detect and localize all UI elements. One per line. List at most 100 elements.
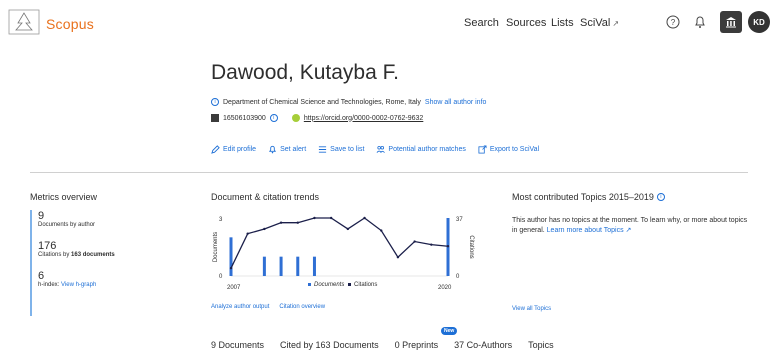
y-left-axis-title: Documents (213, 232, 219, 262)
x-end-label: 2020 (438, 285, 452, 291)
documents-count: 9 (38, 210, 45, 222)
learn-more-topics-link[interactable]: Learn more about Topics ↗ (547, 227, 632, 234)
save-to-list-label: Save to list (330, 146, 365, 153)
help-icon[interactable]: ? (663, 12, 683, 32)
citations-point (346, 227, 350, 231)
topics-message: This author has no topics at the moment.… (512, 216, 752, 236)
metrics-panel: 9 Documents by author 176 Citations by 1… (30, 210, 180, 316)
analyze-author-output-link[interactable]: Analyze author output (211, 304, 269, 310)
view-all-topics-link[interactable]: View all Topics (512, 306, 551, 312)
nav-lists[interactable]: Lists (551, 17, 574, 29)
author-tabs: 9 Documents Cited by 163 Documents 0 Pre… (211, 327, 554, 350)
citations-point (329, 216, 333, 220)
set-alert-label: Set alert (280, 146, 307, 153)
citations-point (279, 221, 283, 224)
citation-overview-link[interactable]: Citation overview (279, 304, 325, 310)
bell-icon (269, 145, 277, 154)
citations-point (229, 266, 233, 270)
list-icon (319, 146, 327, 153)
documents-bar (279, 256, 283, 276)
set-alert-button[interactable]: Set alert (268, 145, 306, 154)
citations-point (380, 229, 383, 232)
affiliation-row: i Department of Chemical Science and Tec… (211, 98, 486, 106)
user-avatar[interactable]: KD (748, 11, 770, 33)
affiliation-text: Department of Chemical Science and Techn… (223, 98, 421, 106)
legend-citations-swatch (348, 283, 351, 286)
institution-icon[interactable] (720, 11, 742, 33)
citations-point (413, 240, 416, 243)
external-link-icon: ↗ (612, 19, 620, 28)
svg-text:?: ? (671, 18, 676, 27)
scopus-brand[interactable]: Scopus (46, 16, 94, 32)
edit-profile-button[interactable]: Edit profile (211, 145, 256, 154)
save-to-list-button[interactable]: Save to list (318, 145, 364, 154)
y-left-min-label: 0 (219, 274, 223, 280)
scopus-id-icon (211, 114, 219, 122)
nav-scival[interactable]: SciVal ↗ (580, 17, 619, 29)
trends-links: Analyze author output Citation overview (211, 304, 325, 310)
h-index-label: h-index: (38, 282, 60, 288)
citations-label-prefix: Citations by (38, 252, 72, 258)
documents-label: Documents by author (38, 222, 96, 228)
tab-documents[interactable]: 9 Documents (211, 340, 264, 350)
citations-point (396, 255, 400, 259)
h-index-row: h-index: View h-graph (38, 282, 180, 288)
h-index-value: 6 (38, 270, 45, 282)
documents-bar (296, 256, 300, 276)
show-all-author-info-link[interactable]: Show all author info (425, 99, 486, 106)
author-ids-row: 16506103900 i https://orcid.org/0000-000… (211, 114, 423, 122)
y-right-min-label: 0 (456, 274, 460, 280)
citations-point (296, 221, 299, 224)
tab-preprints[interactable]: 0 Preprints (395, 340, 439, 350)
tab-co-authors[interactable]: 37 Co-Authors (454, 340, 512, 350)
elsevier-logo-icon[interactable] (8, 9, 40, 35)
scopus-id: 16506103900 (223, 114, 266, 122)
x-start-label: 2007 (227, 285, 241, 291)
nav-sources[interactable]: Sources (506, 17, 546, 29)
section-divider (30, 172, 748, 173)
nav-scival-label: SciVal (580, 17, 611, 29)
top-bar: Scopus Search Sources Lists SciVal ↗ ? KD (0, 0, 771, 46)
y-left-max-label: 3 (219, 217, 223, 223)
export-to-scival-button[interactable]: Export to SciVal (478, 145, 539, 154)
y-right-max-label: 37 (456, 217, 463, 223)
edit-profile-label: Edit profile (223, 146, 257, 153)
nav-search[interactable]: Search (464, 17, 499, 29)
tab-cited-by[interactable]: Cited by 163 Documents (280, 340, 379, 350)
citations-point (446, 245, 450, 248)
metrics-overview-title: Metrics overview (30, 192, 98, 202)
citations-point (430, 243, 433, 246)
orcid-link[interactable]: https://orcid.org/0000-0002-0762-9632 (304, 115, 423, 122)
topics-info-icon[interactable]: i (656, 193, 665, 201)
documents-bar (312, 256, 316, 276)
topics-title-text: Most contributed Topics 2015–2019 (512, 192, 654, 202)
citations-label-docs: 163 documents (71, 252, 115, 258)
citations-point (313, 216, 316, 220)
profile-actions: Edit profile Set alert Save to list Pote… (211, 145, 539, 154)
citations-label: Citations by 163 documents (38, 252, 180, 258)
topics-title: Most contributed Topics 2015–2019 i (512, 192, 665, 202)
potential-author-matches-button[interactable]: Potential author matches (376, 145, 466, 154)
documents-bar (262, 256, 266, 276)
trends-chart-svg: 3 0 37 0 2007 2020 Documents Citations Documents… (213, 216, 474, 291)
view-h-graph-link[interactable]: View h-graph (61, 282, 96, 288)
new-badge: New (441, 327, 458, 335)
pencil-icon (211, 145, 220, 154)
info-icon: i (211, 98, 219, 106)
potential-author-matches-label: Potential author matches (388, 146, 466, 153)
orcid-icon (291, 114, 300, 122)
legend-documents-swatch (308, 283, 311, 286)
author-name: Dawood, Kutayba F. (211, 61, 399, 84)
trends-title: Document & citation trends (211, 192, 320, 202)
tab-topics[interactable]: Topics (528, 340, 554, 350)
citations-point (263, 227, 266, 231)
export-to-scival-label: Export to SciVal (489, 146, 540, 153)
legend-citations-label: Citations (354, 282, 377, 288)
documents-bar (229, 237, 233, 276)
export-icon (478, 145, 487, 154)
legend-documents-label: Documents (314, 282, 344, 288)
trends-chart: 3 0 37 0 2007 2020 Documents Citations Documents… (205, 208, 485, 298)
notifications-bell-icon[interactable] (690, 12, 710, 32)
scopus-id-info-icon[interactable]: i (269, 114, 278, 122)
citations-count: 176 (38, 240, 57, 252)
